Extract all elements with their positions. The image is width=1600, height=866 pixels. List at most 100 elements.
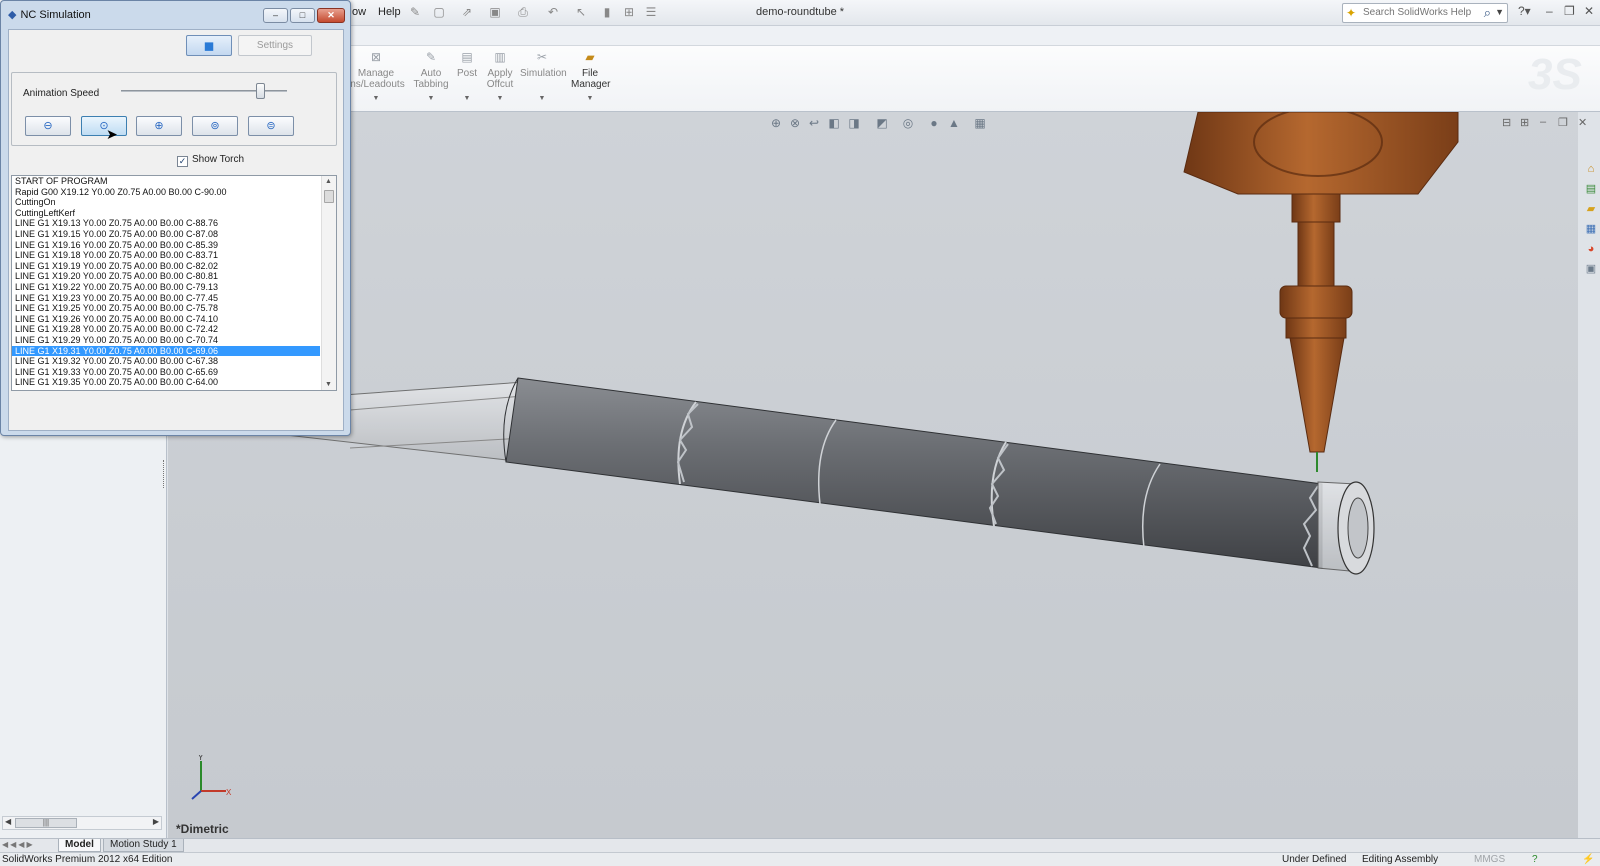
scroll-left-icon[interactable]: ◀ (5, 817, 11, 826)
viewport-restore-icon[interactable]: ❐ (1558, 116, 1568, 129)
scroll-thumb[interactable] (324, 190, 334, 203)
tab-model[interactable]: Model (58, 839, 101, 852)
nc-program-line[interactable]: CuttingOn (12, 197, 336, 208)
dialog-close-button[interactable]: ✕ (317, 8, 345, 23)
apply-offcut-button[interactable]: ▥ Apply Offcut ▼ (484, 51, 516, 104)
nc-program-line[interactable]: LINE G1 X19.32 Y0.00 Z0.75 A0.00 B0.00 C… (12, 356, 336, 367)
help-icon[interactable]: ?▾ (1518, 4, 1531, 18)
nc-program-line[interactable]: LINE G1 X19.18 Y0.00 Z0.75 A0.00 B0.00 C… (12, 250, 336, 261)
menu-help[interactable]: Help (378, 6, 401, 18)
select-icon[interactable]: ↖ (572, 4, 590, 20)
graphics-viewport[interactable] (168, 112, 1578, 838)
nc-sim-icon: ◆ (8, 9, 17, 21)
dialog-minimize-button[interactable]: – (263, 8, 288, 23)
nc-program-line[interactable]: LINE G1 X19.22 Y0.00 Z0.75 A0.00 B0.00 C… (12, 282, 336, 293)
minimize-icon[interactable]: – (1546, 4, 1553, 18)
feature-pane-hscroll[interactable]: ◀ ||| ▶ (2, 816, 162, 830)
quick-tips-icon[interactable]: ? (1532, 854, 1538, 865)
play-button[interactable]: ⊙ (81, 116, 127, 136)
dialog-title-bar[interactable]: ◆ NC Simulation (8, 8, 91, 21)
scroll-thumb[interactable]: ||| (15, 818, 77, 828)
chevron-down-icon[interactable]: ▼ (1495, 7, 1504, 17)
view-orientation-icon[interactable]: ◨ (846, 115, 862, 131)
hide-show-items-icon[interactable]: ◎ (900, 115, 916, 131)
view-palette-icon[interactable]: ▦ (1584, 222, 1598, 236)
manage-leadins-button[interactable]: ⊠ Manage ins/Leadouts ▼ (348, 51, 405, 104)
nc-program-line[interactable]: LINE G1 X19.13 Y0.00 Z0.75 A0.00 B0.00 C… (12, 218, 336, 229)
rewind-button[interactable]: ⊖ (25, 116, 71, 136)
nc-program-line[interactable]: CuttingLeftKerf (12, 208, 336, 219)
nc-program-line[interactable]: Rapid G00 X19.12 Y0.00 Z0.75 A0.00 B0.00… (12, 187, 336, 198)
view-settings-icon[interactable]: ▦ (972, 115, 988, 131)
edit-appearance-icon[interactable]: ● (926, 115, 942, 131)
mouse-cursor-icon: ➤ (106, 126, 118, 142)
nc-program-line[interactable]: LINE G1 X19.25 Y0.00 Z0.75 A0.00 B0.00 C… (12, 303, 336, 314)
nc-program-line[interactable]: LINE G1 X19.29 Y0.00 Z0.75 A0.00 B0.00 C… (12, 335, 336, 346)
design-library-icon[interactable]: ▤ (1584, 182, 1598, 196)
nc-program-line[interactable]: LINE G1 X19.28 Y0.00 Z0.75 A0.00 B0.00 C… (12, 324, 336, 335)
nc-program-line[interactable]: LINE G1 X19.31 Y0.00 Z0.75 A0.00 B0.00 C… (12, 345, 320, 357)
settings-button[interactable]: Settings (238, 35, 312, 56)
pause-button[interactable]: ⊕ (136, 116, 182, 136)
cube-view-button[interactable]: ◼ (186, 35, 232, 56)
listbox-vscroll[interactable]: ▲ ▼ (321, 176, 336, 390)
nc-program-line[interactable]: LINE G1 X19.16 Y0.00 Z0.75 A0.00 B0.00 C… (12, 240, 336, 251)
tile-view-icon[interactable]: ⊞ (1520, 116, 1529, 129)
split-view-icon[interactable]: ⊟ (1502, 116, 1511, 129)
save-icon[interactable]: ▣ (486, 4, 504, 20)
scroll-down-icon[interactable]: ▼ (325, 381, 332, 388)
undo-icon[interactable]: ↶ (544, 4, 562, 20)
file-explorer-icon[interactable]: ▰ (1584, 202, 1598, 216)
zoom-to-fit-icon[interactable]: ⊕ (768, 115, 784, 131)
display-style-icon[interactable]: ◩ (874, 115, 890, 131)
section-view-icon[interactable]: ◧ (826, 115, 842, 131)
options-icon[interactable]: ☰ (642, 4, 660, 20)
file-manager-button[interactable]: ▰ File Manager ▼ (571, 51, 610, 104)
nc-program-listbox[interactable]: START OF PROGRAM Rapid G00 X19.12 Y0.00 Z… (11, 175, 337, 391)
unit-system[interactable]: MMGS (1474, 854, 1505, 865)
nc-program-line[interactable]: LINE G1 X19.33 Y0.00 Z0.75 A0.00 B0.00 C… (12, 367, 336, 378)
previous-view-icon[interactable]: ↩ (806, 115, 822, 131)
nc-program-line[interactable]: LINE G1 X19.20 Y0.00 Z0.75 A0.00 B0.00 C… (12, 271, 336, 282)
rebuild-icon[interactable]: ▮ (598, 4, 616, 20)
nc-program-line[interactable]: LINE G1 X19.26 Y0.00 Z0.75 A0.00 B0.00 C… (12, 314, 336, 325)
nc-program-line[interactable]: START OF PROGRAM (12, 176, 336, 187)
restore-icon[interactable]: ❐ (1564, 4, 1575, 18)
file-properties-icon[interactable]: ⊞ (620, 4, 638, 20)
forward-button[interactable]: ⊜ (248, 116, 294, 136)
search-icon[interactable]: ⌕ (1484, 5, 1491, 21)
print-icon[interactable]: ⎙ (514, 4, 532, 20)
pin-icon[interactable]: ✎ (406, 4, 424, 20)
zoom-to-area-icon[interactable]: ⊗ (787, 115, 803, 131)
new-document-icon[interactable]: ▢ (430, 4, 448, 20)
nc-program-line[interactable]: LINE G1 X19.15 Y0.00 Z0.75 A0.00 B0.00 C… (12, 229, 336, 240)
auto-tabbing-button[interactable]: ✎ Auto Tabbing ▼ (412, 51, 450, 104)
nc-program-line[interactable]: LINE G1 X19.23 Y0.00 Z0.75 A0.00 B0.00 C… (12, 293, 336, 304)
simulation-button[interactable]: ✂ Simulation ▼ (520, 51, 567, 104)
close-icon[interactable]: ✕ (1584, 4, 1594, 18)
post-button[interactable]: ▤ Post ▼ (456, 51, 478, 104)
custom-properties-icon[interactable]: ▣ (1584, 262, 1598, 276)
nc-program-line[interactable]: LINE G1 X19.19 Y0.00 Z0.75 A0.00 B0.00 C… (12, 261, 336, 272)
scroll-up-icon[interactable]: ▲ (325, 178, 332, 185)
tab-nav-arrows-icon[interactable]: ◀◀◀▶ (2, 840, 35, 849)
stop-button[interactable]: ⊚ (192, 116, 238, 136)
show-torch-checkbox[interactable]: ✓ Show Torch (177, 154, 244, 167)
appearances-icon[interactable]: ◕ (1584, 242, 1598, 256)
rebuild-status-icon[interactable]: ⚡ (1582, 854, 1594, 865)
animation-speed-slider-thumb[interactable] (256, 83, 266, 99)
search-help-box[interactable]: ✦ ⌕ ▼ (1342, 3, 1508, 23)
viewport-close-icon[interactable]: ✕ (1578, 116, 1587, 129)
checkbox-box[interactable]: ✓ (177, 156, 188, 167)
nc-program-line[interactable]: LINE G1 X19.35 Y0.00 Z0.75 A0.00 B0.00 C… (12, 377, 336, 388)
search-input[interactable] (1363, 7, 1483, 18)
tab-motion-study[interactable]: Motion Study 1 (103, 839, 184, 852)
dialog-maximize-button[interactable]: □ (290, 8, 315, 23)
open-document-icon[interactable]: ⇗ (458, 4, 476, 20)
axis-triad: Y X (191, 755, 232, 800)
apply-scene-icon[interactable]: ▲ (946, 115, 962, 131)
menu-window[interactable]: ow (352, 6, 366, 18)
viewport-minimize-icon[interactable]: – (1540, 116, 1546, 128)
home-icon[interactable]: ⌂ (1584, 162, 1598, 176)
scroll-right-icon[interactable]: ▶ (153, 817, 159, 826)
